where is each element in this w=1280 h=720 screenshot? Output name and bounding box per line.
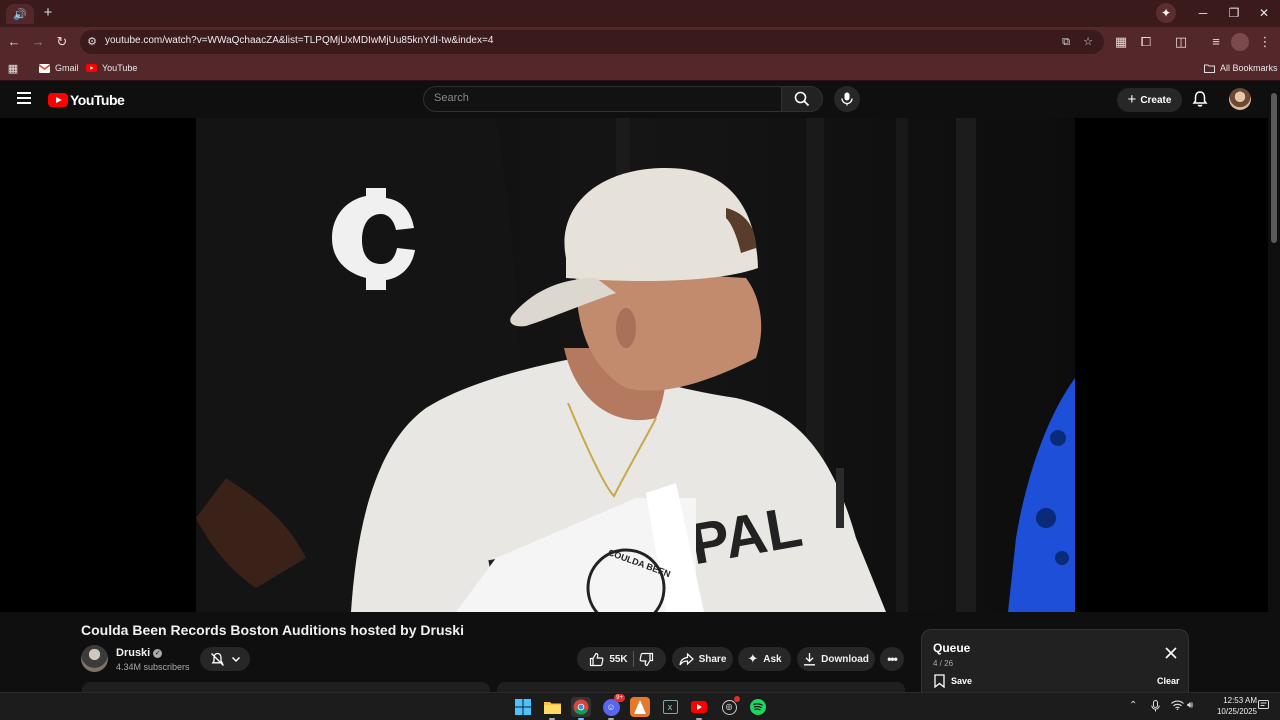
download-icon [804,653,816,666]
show-hidden-icons[interactable]: ⌃ [1129,700,1137,711]
chrome-menu-icon[interactable]: ⋮ [1256,33,1274,51]
description-card[interactable] [82,682,490,692]
clear-queue-button[interactable]: Clear [1157,676,1180,686]
reload-icon[interactable]: ↻ [53,33,71,51]
thumbs-down-icon [639,652,653,666]
verified-badge-icon: ✓ [153,648,163,658]
like-dislike-group: 55K [577,647,666,671]
gmail-icon [38,62,50,74]
chrome-icon[interactable] [571,697,591,720]
search-button[interactable] [781,86,823,112]
steam-icon[interactable]: ◎ [719,696,740,717]
audio-playing-icon[interactable]: 🔊 [13,8,27,21]
video-title: Coulda Been Records Boston Auditions hos… [81,622,464,638]
browser-toolbar: ← → ↻ ⚙ youtube.com/watch?v=WWaQchaacZA&… [0,27,1280,57]
dislike-button[interactable] [639,652,654,667]
chevron-down-icon [231,656,240,663]
more-horizontal-icon: ••• [887,652,898,666]
youtube-logo[interactable]: YouTube [48,92,125,108]
share-button[interactable]: Share [672,647,733,671]
discord-badge: 9+ [614,694,625,702]
youtube-play-icon [48,93,68,107]
browser-tab-strip: 🔊 + ✦ ─ ❐ ✕ [0,0,1280,27]
search-box[interactable] [423,86,782,112]
plus-icon: + [1127,91,1137,108]
new-tab-button[interactable]: + [40,5,56,21]
tray-microphone-icon[interactable] [1151,700,1160,715]
maximize-button[interactable]: ❐ [1219,4,1249,22]
search-icon [794,91,810,107]
sparkle-icon: ✦ [747,651,759,666]
queue-title: Queue [933,641,971,655]
bell-off-icon [210,652,224,666]
subscriber-count: 4.34M subscribers [116,662,190,672]
account-avatar[interactable] [1229,88,1251,110]
windows-taskbar: ☺ 9+ x ◎ ⌃ 🔊︎ 12:53 AM 10/25/2025 [0,692,1280,720]
search-input[interactable] [434,92,764,104]
page-scrollbar[interactable] [1268,81,1280,692]
wifi-icon[interactable] [1171,700,1184,713]
steam-badge [734,696,740,702]
file-explorer-icon[interactable] [542,697,562,720]
close-queue-icon[interactable] [1164,646,1178,660]
scrollbar-thumb[interactable] [1271,93,1277,243]
volume-icon[interactable]: 🔊︎ [1187,700,1193,711]
bookmark-icon [934,674,945,688]
like-divider [632,651,634,667]
youtube-icon [85,62,97,74]
vlc-icon[interactable] [630,697,650,717]
side-panel-icon[interactable]: ◫ [1172,33,1190,51]
queue-count: 4 / 26 [933,659,954,668]
discord-icon[interactable]: ☺ 9+ [601,694,625,720]
video-still: MUNICIPAL COULDA BEEN [196,118,1075,612]
apps-grid-icon[interactable]: ▦ [7,62,19,75]
bookmarks-bar: ▦ Gmail YouTube All Bookmarks [0,57,1280,81]
bookmark-gmail[interactable]: Gmail [38,62,79,74]
channel-avatar[interactable] [81,645,108,672]
system-clock[interactable]: 12:53 AM 10/25/2025 [1205,695,1257,717]
bookmark-youtube[interactable]: YouTube [85,62,137,74]
channel-name[interactable]: Druski ✓ [116,647,163,659]
youtube-app-icon[interactable] [689,697,709,720]
minimize-button[interactable]: ─ [1188,4,1218,22]
install-app-icon[interactable]: ⧉ [1057,33,1075,51]
url-text[interactable]: youtube.com/watch?v=WWaQchaacZA&list=TLP… [105,35,493,46]
queue-panel: Queue 4 / 26 Save Clear [921,629,1189,699]
more-actions-button[interactable]: ••• [880,647,904,671]
folder-icon [1203,62,1215,74]
close-window-button[interactable]: ✕ [1249,4,1279,22]
all-bookmarks[interactable]: All Bookmarks [1203,62,1278,74]
media-control-icon[interactable]: ≡ [1207,33,1225,51]
comments-card[interactable] [497,682,905,692]
thumbs-up-icon [590,652,604,666]
excel-icon[interactable]: x [660,697,680,717]
video-player[interactable]: MUNICIPAL COULDA BEEN [0,118,1268,612]
extensions-puzzle-icon[interactable]: ⧠ [1137,33,1155,51]
site-info-icon[interactable]: ⚙ [83,33,101,51]
browser-tab[interactable]: 🔊 [6,4,34,24]
bookmark-star-icon[interactable]: ☆ [1079,33,1097,51]
subscription-notifications-button[interactable] [200,647,250,671]
like-button[interactable]: 55K [589,652,628,667]
create-button[interactable]: + Create [1117,88,1182,112]
download-button[interactable]: Download [797,647,875,671]
profile-avatar-icon[interactable] [1231,33,1249,51]
windows-start-icon[interactable] [513,697,533,717]
youtube-header: YouTube + Create [0,81,1268,118]
menu-icon[interactable] [17,92,31,104]
address-bar[interactable]: ⚙ youtube.com/watch?v=WWaQchaacZA&list=T… [80,30,1104,54]
microphone-icon [841,92,853,106]
notifications-bell-icon[interactable] [1191,90,1209,108]
back-icon[interactable]: ← [5,33,23,51]
video-frame[interactable]: MUNICIPAL COULDA BEEN [196,118,1075,612]
notification-center-icon[interactable] [1258,700,1269,714]
save-queue-button[interactable]: Save [934,674,972,688]
gemini-icon[interactable]: ✦ [1156,3,1176,23]
voice-search-button[interactable] [834,86,860,112]
forward-icon[interactable]: → [29,33,47,51]
ask-button[interactable]: ✦ Ask [738,647,791,671]
extension-icon[interactable]: ▦ [1112,33,1130,51]
spotify-icon[interactable] [748,697,768,717]
share-icon [678,652,694,665]
